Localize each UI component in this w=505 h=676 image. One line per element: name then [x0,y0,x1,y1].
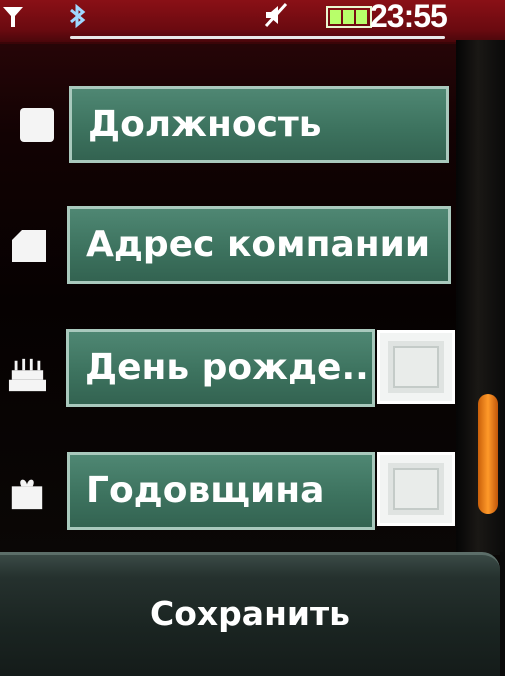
birthday-checkbox[interactable] [377,330,455,404]
field-company-address-label: Адрес компании [86,224,431,265]
signal-icon [3,7,23,27]
field-company-address[interactable]: Адрес компании [67,206,451,284]
field-job-title-label: Должность [88,103,322,145]
gift-icon [11,479,43,510]
save-button[interactable]: Сохранить [0,583,500,643]
cake-icon [8,358,46,392]
screen-edge [500,552,505,676]
mute-icon [264,2,288,28]
field-birthday-label: День рожде... [85,347,375,388]
status-bar: 23:55 [0,0,505,44]
scrollbar-thumb[interactable] [478,394,498,514]
anniversary-checkbox-box [393,468,439,510]
phone-screen: 23:55 Должность Адрес компании День рожд… [0,0,505,676]
field-job-title[interactable]: Должность [69,86,449,163]
anniversary-checkbox[interactable] [377,452,455,526]
person-icon [20,108,54,142]
clock: 23:55 [370,0,448,34]
bluetooth-icon [70,4,86,28]
field-birthday[interactable]: День рожде... [66,329,375,407]
field-anniversary[interactable]: Годовщина [67,452,375,530]
building-icon [12,230,46,262]
bottom-bar: Сохранить [0,552,500,676]
title-underline [70,36,445,39]
field-anniversary-label: Годовщина [86,470,325,511]
battery-icon [326,6,372,28]
birthday-checkbox-box [393,346,439,388]
